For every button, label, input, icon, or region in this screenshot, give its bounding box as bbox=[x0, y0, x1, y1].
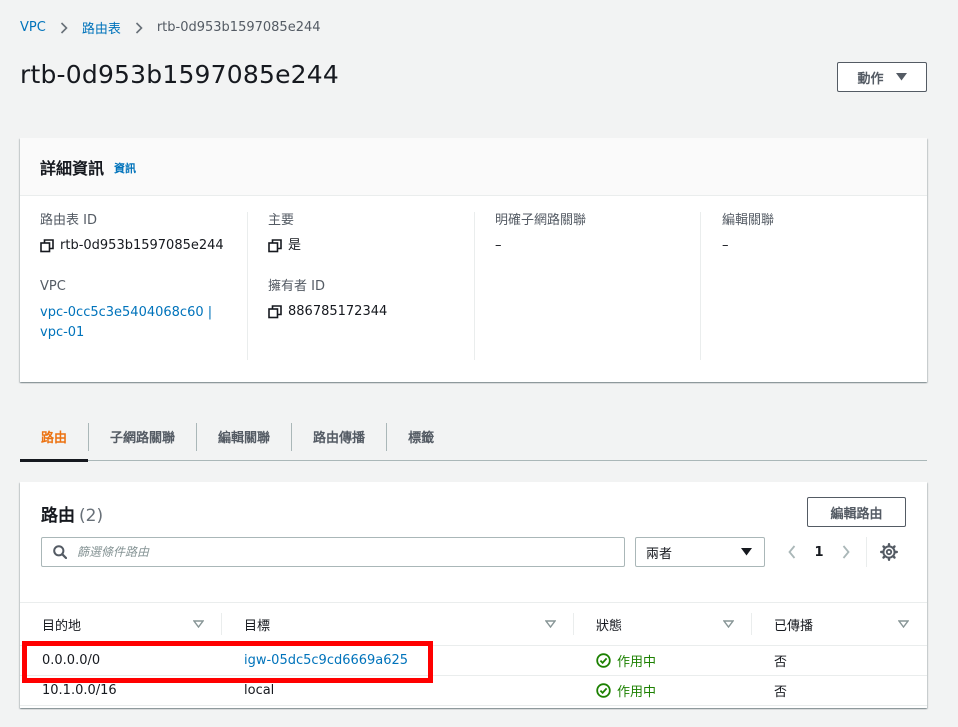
select-value: 兩者 bbox=[646, 546, 673, 562]
chevron-right-icon bbox=[60, 21, 68, 34]
copy-icon[interactable] bbox=[40, 239, 54, 253]
details-column-3: 明確子網路關聯 – bbox=[495, 212, 701, 360]
table-row[interactable]: 0.0.0.0/0 igw-05dc5c9cd6669a625 作用中 否 bbox=[20, 645, 927, 676]
copy-icon[interactable] bbox=[268, 305, 282, 319]
column-header-destination[interactable]: 目的地 bbox=[20, 602, 222, 646]
tab-tags[interactable]: 標籤 bbox=[387, 413, 455, 461]
route-table-id-text: rtb-0d953b1597085e244 bbox=[60, 238, 224, 253]
edge-associations-value: – bbox=[722, 238, 729, 253]
details-column-4: 編輯關聯 – bbox=[722, 212, 912, 360]
table-row[interactable]: 10.1.0.0/16 local 作用中 否 bbox=[20, 675, 927, 706]
propagated-cell: 否 bbox=[752, 675, 927, 706]
routes-count: (2) bbox=[79, 506, 104, 526]
status-success-icon bbox=[596, 683, 611, 698]
column-label: 目標 bbox=[244, 618, 271, 634]
copy-icon[interactable] bbox=[268, 239, 282, 253]
search-input[interactable] bbox=[77, 545, 597, 559]
status-text: 作用中 bbox=[617, 655, 657, 670]
column-label: 狀態 bbox=[596, 618, 623, 634]
propagation-filter-select[interactable]: 兩者 bbox=[635, 537, 765, 567]
main-value: 是 bbox=[268, 237, 474, 255]
edge-associations-label: 編輯關聯 bbox=[722, 213, 775, 228]
edit-routes-button[interactable]: 編輯路由 bbox=[807, 497, 906, 527]
search-icon bbox=[53, 545, 67, 559]
caret-down-icon bbox=[895, 73, 907, 81]
details-column-1: 路由表 ID rtb-0d953b1597085e244 VPC vpc-0cc… bbox=[40, 212, 248, 360]
vpc-link[interactable]: vpc-0cc5c3e5404068c60 | bbox=[40, 303, 247, 323]
target-link[interactable]: igw-05dc5c9cd6669a625 bbox=[244, 653, 408, 668]
target-cell: local bbox=[222, 675, 574, 706]
status-text: 作用中 bbox=[617, 685, 657, 700]
details-panel: 詳細資訊 資訊 路由表 ID rtb-0d953b1597085e244 VPC… bbox=[20, 138, 927, 382]
main-label: 主要 bbox=[268, 213, 295, 228]
status-success-icon bbox=[596, 653, 611, 668]
owner-id-value: 886785172344 bbox=[268, 303, 474, 321]
tab-edge-associations[interactable]: 編輯關聯 bbox=[197, 413, 291, 461]
page-number[interactable]: 1 bbox=[804, 545, 834, 560]
info-link[interactable]: 資訊 bbox=[114, 160, 136, 176]
table-header-row: 目的地 目標 狀態 已傳播 bbox=[20, 602, 927, 646]
chevron-right-icon[interactable] bbox=[834, 537, 858, 567]
explicit-subnet-associations-label: 明確子網路關聯 bbox=[495, 213, 587, 228]
main-value-text: 是 bbox=[288, 238, 302, 253]
route-table-id-value: rtb-0d953b1597085e244 bbox=[40, 237, 247, 255]
details-column-2: 主要 是 擁有者 ID 886785172344 bbox=[268, 212, 475, 360]
breadcrumb-current: rtb-0d953b1597085e244 bbox=[156, 20, 321, 35]
tab-routes[interactable]: 路由 bbox=[20, 413, 89, 462]
route-table-id-label: 路由表 ID bbox=[40, 213, 97, 228]
target-cell: igw-05dc5c9cd6669a625 bbox=[222, 645, 574, 676]
vpc-label: VPC bbox=[40, 279, 66, 294]
details-header: 詳細資訊 資訊 bbox=[20, 138, 927, 196]
column-label: 目的地 bbox=[42, 618, 82, 634]
sort-icon bbox=[898, 620, 909, 628]
actions-button-label: 動作 bbox=[857, 71, 884, 87]
breadcrumb-route-tables-link[interactable]: 路由表 bbox=[82, 18, 121, 37]
owner-id-label: 擁有者 ID bbox=[268, 279, 325, 294]
details-heading: 詳細資訊 bbox=[40, 158, 105, 178]
pagination: 1 bbox=[780, 537, 901, 567]
details-body: 路由表 ID rtb-0d953b1597085e244 VPC vpc-0cc… bbox=[20, 196, 927, 382]
owner-id-text: 886785172344 bbox=[288, 304, 388, 319]
routes-table: 目的地 目標 狀態 已傳播 0.0.0.0/0 igw-05dc5c9cd666… bbox=[20, 602, 927, 706]
sort-icon bbox=[193, 620, 204, 628]
breadcrumb-vpc-link[interactable]: VPC bbox=[20, 20, 46, 35]
sort-icon bbox=[723, 620, 734, 628]
vpc-value: vpc-0cc5c3e5404068c60 | vpc-01 bbox=[40, 303, 247, 343]
status-cell: 作用中 bbox=[574, 645, 752, 676]
tab-route-propagation[interactable]: 路由傳播 bbox=[292, 413, 386, 461]
breadcrumb: VPC 路由表 rtb-0d953b1597085e244 bbox=[20, 18, 321, 37]
search-field bbox=[41, 537, 625, 567]
explicit-subnet-associations-value: – bbox=[495, 238, 502, 253]
routes-heading: 路由 (2) bbox=[41, 501, 103, 526]
column-label: 已傳播 bbox=[774, 618, 814, 634]
pager-divider bbox=[866, 537, 867, 567]
tab-bar: 路由 子網路關聯 編輯關聯 路由傳播 標籤 bbox=[20, 413, 927, 462]
tab-subnet-associations[interactable]: 子網路關聯 bbox=[89, 413, 196, 461]
destination-cell: 0.0.0.0/0 bbox=[20, 645, 222, 676]
vpc-name-link[interactable]: vpc-01 bbox=[40, 323, 247, 343]
settings-gear-icon[interactable] bbox=[877, 537, 901, 567]
column-header-status[interactable]: 狀態 bbox=[574, 602, 752, 646]
actions-dropdown-button[interactable]: 動作 bbox=[837, 62, 927, 92]
chevron-right-icon bbox=[135, 21, 143, 34]
page-title: rtb-0d953b1597085e244 bbox=[20, 60, 339, 89]
status-cell: 作用中 bbox=[574, 675, 752, 706]
caret-down-icon bbox=[741, 548, 752, 556]
routes-title-text: 路由 bbox=[41, 506, 75, 526]
propagated-cell: 否 bbox=[752, 645, 927, 676]
column-header-propagated[interactable]: 已傳播 bbox=[752, 602, 927, 646]
column-header-target[interactable]: 目標 bbox=[222, 602, 574, 646]
chevron-left-icon[interactable] bbox=[780, 537, 804, 567]
routes-panel: 路由(2) 編輯路由 兩者 1 bbox=[20, 482, 927, 708]
sort-icon bbox=[545, 620, 556, 628]
destination-cell: 10.1.0.0/16 bbox=[20, 675, 222, 706]
